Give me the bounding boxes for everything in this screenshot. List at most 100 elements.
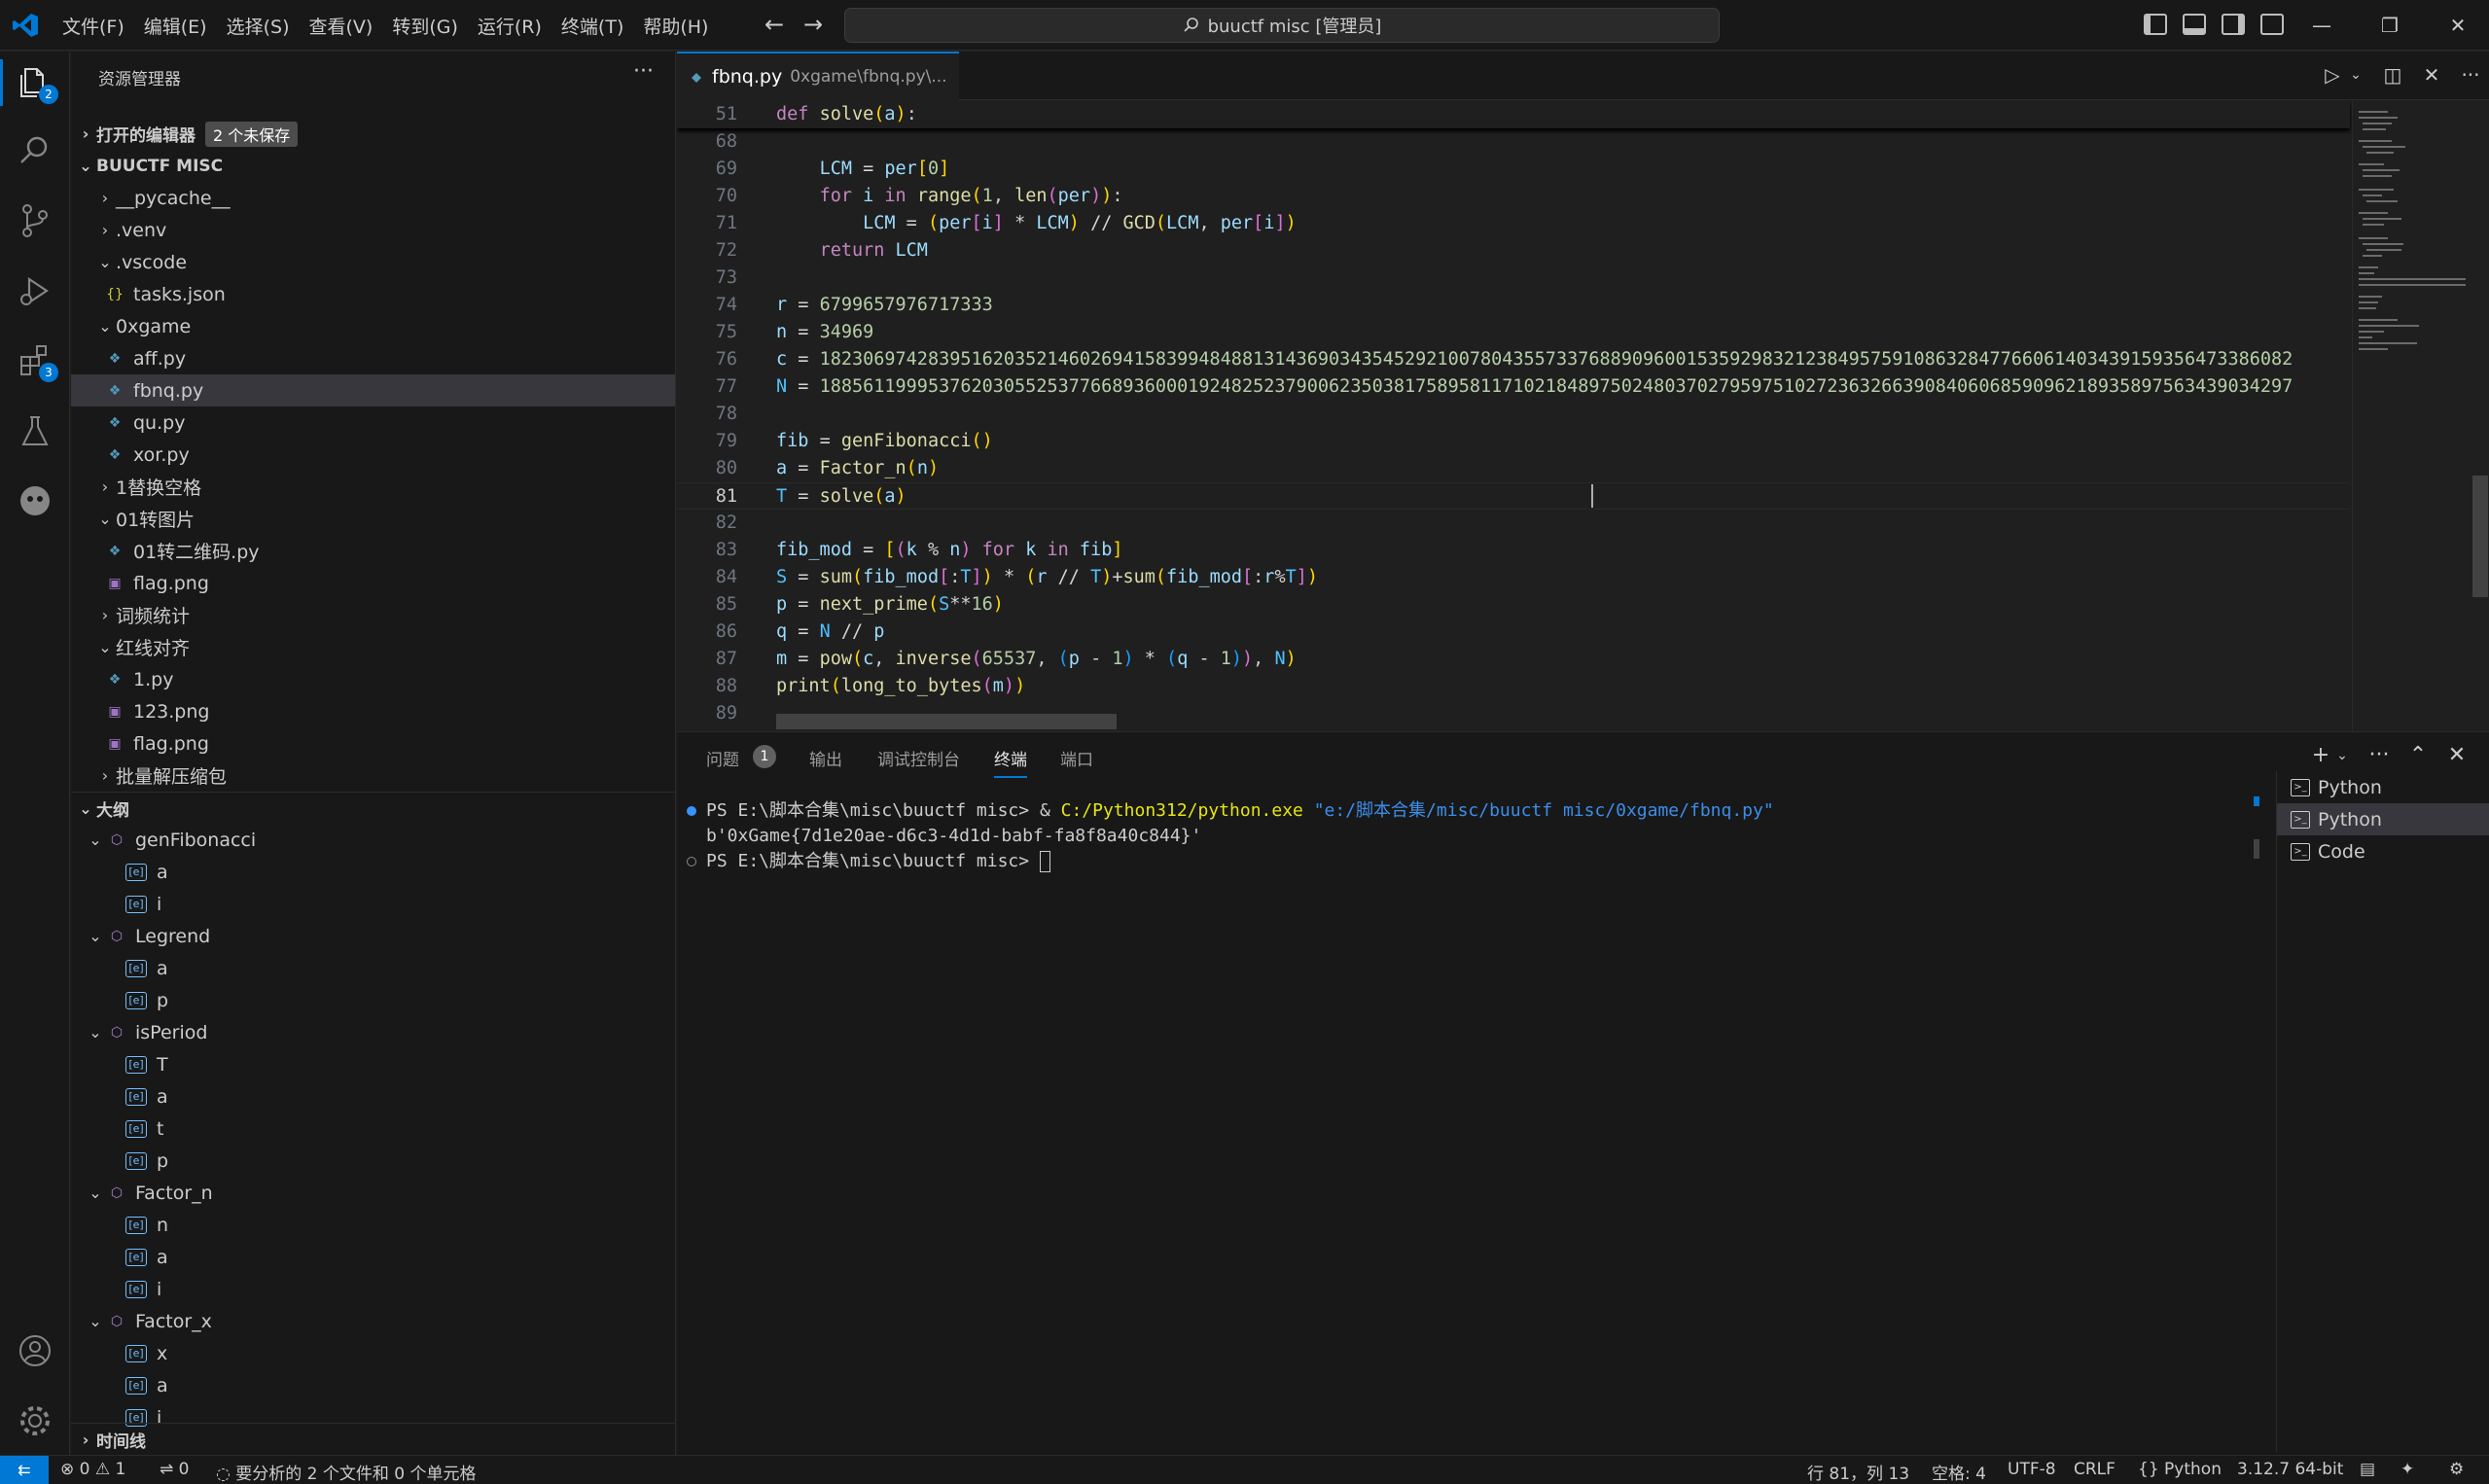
timeline-section[interactable]: › 时间线 — [71, 1423, 675, 1455]
terminal-scrollbar[interactable] — [2254, 839, 2259, 859]
code-line[interactable]: 82 — [677, 510, 2350, 537]
code-editor[interactable]: 51 def solve(a): 68 69 LCM = per[0] 70 fo… — [677, 101, 2489, 731]
folder-0xgame[interactable]: ⌄ 0xgame — [71, 310, 675, 342]
restore-icon[interactable]: ❐ — [2358, 0, 2422, 51]
outline-var[interactable]: [e] p — [71, 1145, 675, 1177]
manage-gear-icon[interactable] — [16, 1401, 54, 1440]
file-qu-py[interactable]: ❖ qu.py — [71, 406, 675, 439]
code-line[interactable]: 69 LCM = per[0] — [677, 156, 2350, 183]
close-window-icon[interactable]: ✕ — [2426, 0, 2489, 51]
accounts-icon[interactable] — [16, 1331, 54, 1370]
run-debug-icon[interactable] — [16, 271, 54, 310]
code-line[interactable]: 85 p = next_prime(S**16) — [677, 591, 2350, 618]
code-line[interactable]: 83 fib_mod = [(k % n) for k in fib] — [677, 537, 2350, 564]
close-panel-icon[interactable]: ✕ — [2443, 742, 2471, 769]
outline-var[interactable]: [e] n — [71, 1209, 675, 1241]
tab-fbnq-py[interactable]: fbnq.py 0xgame\fbnq.py\... — [677, 52, 959, 100]
code-line[interactable]: 71 LCM = (per[i] * LCM) // GCD(LCM, per[… — [677, 210, 2350, 237]
code-line[interactable]: 72 return LCM — [677, 237, 2350, 265]
outline-section[interactable]: ⌄ 大纲 — [71, 792, 675, 824]
close-editor-icon[interactable]: ✕ — [2418, 61, 2445, 88]
notifications-bell-icon[interactable]: ⚙ — [2449, 1460, 2464, 1479]
chevron-down-icon[interactable]: ⌄ — [2329, 742, 2356, 769]
code-line[interactable]: 84 S = sum(fib_mod[:T]) * (r // T)+sum(fi… — [677, 564, 2350, 591]
code-line[interactable]: 74 r = 6799657976717333 — [677, 292, 2350, 319]
code-line[interactable]: 79 fib = genFibonacci() — [677, 428, 2350, 455]
outline-var[interactable]: [e] t — [71, 1113, 675, 1145]
outline-func-genfibonacci[interactable]: ⌄ ⬡ genFibonacci — [71, 824, 675, 856]
menu-selection[interactable]: 选择(S) — [217, 7, 300, 45]
code-line-current[interactable]: 81 T = solve(a) — [677, 482, 2350, 510]
more-actions-icon[interactable]: ··· — [2365, 742, 2393, 769]
terminal-item-python-2[interactable]: >_ Python — [2277, 803, 2489, 835]
forward-arrow-icon[interactable]: → — [800, 12, 827, 39]
chevron-down-icon[interactable]: ⌄ — [2342, 61, 2369, 88]
menu-view[interactable]: 查看(V) — [300, 7, 383, 45]
python-interpreter[interactable]: 3.12.7 64-bit — [2237, 1460, 2343, 1479]
testing-flask-icon[interactable] — [16, 411, 54, 450]
source-control-icon[interactable] — [16, 201, 54, 240]
tab-terminal[interactable]: 终端 — [994, 746, 1027, 778]
explorer-icon[interactable]: 2 — [16, 63, 58, 104]
encoding[interactable]: UTF-8 — [2008, 1460, 2056, 1479]
code-line[interactable]: 68 — [677, 128, 2350, 156]
menu-run[interactable]: 运行(R) — [468, 7, 551, 45]
copilot-icon[interactable]: ✦ — [2400, 1460, 2414, 1479]
horizontal-scrollbar[interactable] — [776, 714, 1117, 729]
tab-ports[interactable]: 端口 — [1060, 746, 1093, 770]
outline-func-legrend[interactable]: ⌄ ⬡ Legrend — [71, 920, 675, 952]
menu-edit[interactable]: 编辑(E) — [134, 7, 217, 45]
code-line[interactable]: 70 for i in range(1, len(per)): — [677, 183, 2350, 210]
search-icon[interactable] — [16, 131, 54, 170]
line-ending[interactable]: CRLF — [2074, 1460, 2116, 1479]
sticky-scroll-line[interactable]: 51 def solve(a): — [677, 101, 2350, 128]
toggle-secondary-sidebar-icon[interactable] — [2222, 14, 2245, 35]
code-line[interactable]: 86 q = N // p — [677, 618, 2350, 646]
menu-file[interactable]: 文件(F) — [53, 7, 134, 45]
analysis-status[interactable]: ◌ 要分析的 2 个文件和 0 个单元格 — [216, 1460, 477, 1484]
outline-var[interactable]: [e] p — [71, 984, 675, 1016]
tab-problems[interactable]: 问题 — [706, 746, 739, 770]
code-line[interactable]: 73 — [677, 265, 2350, 292]
tab-debug-console[interactable]: 调试控制台 — [877, 746, 960, 770]
toggle-primary-sidebar-icon[interactable] — [2144, 14, 2167, 35]
file-123-png[interactable]: ▣ 123.png — [71, 695, 675, 727]
workspace-section[interactable]: ⌄ BUUCTF MISC — [71, 150, 675, 182]
toggle-panel-icon[interactable] — [2183, 14, 2206, 35]
remote-indicator-icon[interactable]: ⇇ — [0, 1456, 49, 1484]
folder-venv[interactable]: › .venv — [71, 214, 675, 246]
cursor-position[interactable]: 行 81，列 13 — [1807, 1460, 1909, 1484]
file-fbnq-py[interactable]: ❖ fbnq.py — [71, 374, 675, 406]
code-line[interactable]: 80 a = Factor_n(n) — [677, 455, 2350, 482]
folder-batch-unzip[interactable]: › 批量解压缩包 — [71, 760, 675, 792]
menu-help[interactable]: 帮助(H) — [633, 7, 718, 45]
folder-pycache[interactable]: › __pycache__ — [71, 182, 675, 214]
outline-var[interactable]: [e] a — [71, 952, 675, 984]
outline-var[interactable]: [e] a — [71, 1241, 675, 1273]
tab-output[interactable]: 输出 — [809, 746, 842, 770]
code-line[interactable]: 75 n = 34969 — [677, 319, 2350, 346]
indentation[interactable]: 空格: 4 — [1932, 1460, 1986, 1484]
outline-var[interactable]: [e] x — [71, 1337, 675, 1369]
command-center-search[interactable]: buuctf misc [管理员] — [844, 8, 1720, 43]
outline-var[interactable]: [e] i — [71, 888, 675, 920]
outline-var[interactable]: [e] a — [71, 1080, 675, 1113]
file-info-icon[interactable]: ▤ — [2360, 1460, 2375, 1479]
language-mode[interactable]: {} Python — [2138, 1460, 2222, 1479]
vertical-scrollbar[interactable] — [2472, 476, 2488, 597]
terminal-item-python[interactable]: >_ Python — [2277, 771, 2489, 803]
outline-var[interactable]: [e] a — [71, 856, 675, 888]
maximize-panel-icon[interactable]: ⌃ — [2404, 742, 2432, 769]
folder-vscode[interactable]: ⌄ .vscode — [71, 246, 675, 278]
file-xor-py[interactable]: ❖ xor.py — [71, 439, 675, 471]
code-line[interactable]: 76 c = 1823069742839516203521460269415839… — [677, 346, 2350, 373]
ports-status[interactable]: ⇌ 0 — [160, 1460, 189, 1479]
minimize-icon[interactable]: — — [2290, 0, 2354, 51]
open-editors-section[interactable]: › 打开的编辑器 2 个未保存 — [71, 118, 675, 150]
code-line[interactable]: 88 print(long_to_bytes(m)) — [677, 673, 2350, 700]
outline-var[interactable]: [e] i — [71, 1273, 675, 1305]
file-aff-py[interactable]: ❖ aff.py — [71, 342, 675, 374]
back-arrow-icon[interactable]: ← — [761, 12, 788, 39]
file-01-to-qrcode-py[interactable]: ❖ 01转二维码.py — [71, 535, 675, 567]
outline-var[interactable]: [e] a — [71, 1369, 675, 1401]
